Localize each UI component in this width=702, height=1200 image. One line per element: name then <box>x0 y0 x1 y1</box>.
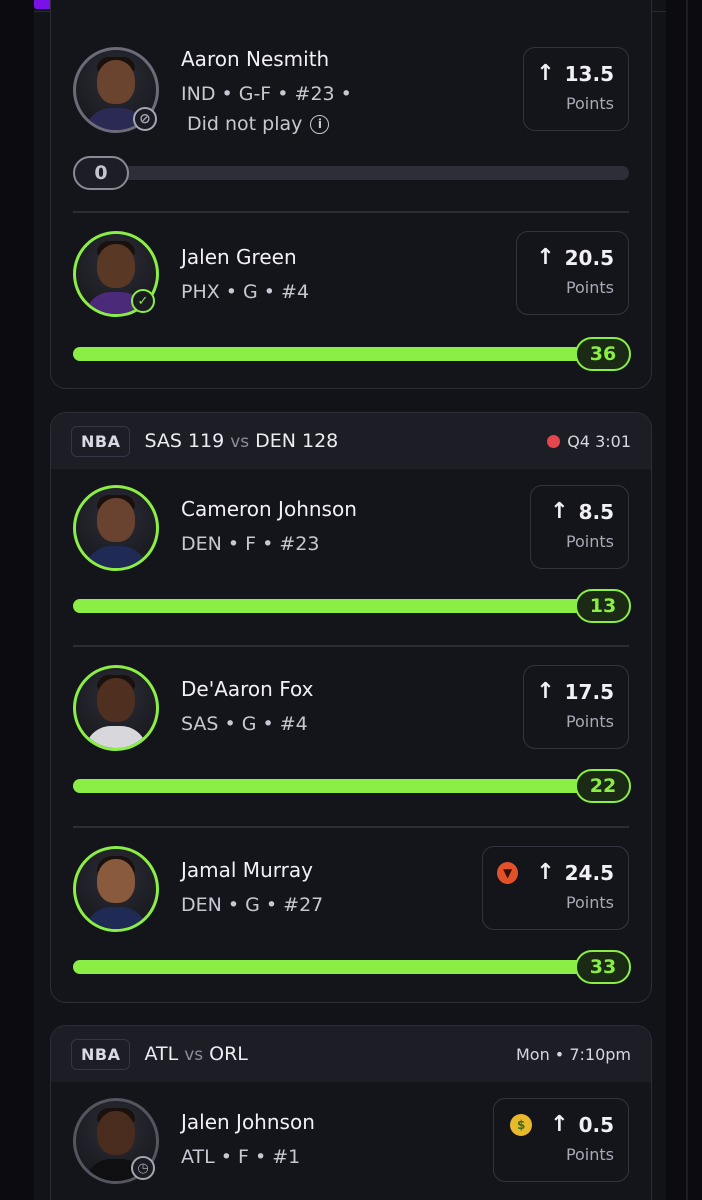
player-avatar[interactable] <box>73 665 159 751</box>
row-divider <box>73 211 629 213</box>
game-clock: Q4 3:01 <box>567 431 631 451</box>
player-meta: DEN • G • #27 <box>181 894 324 916</box>
arrow-up-icon: ↑ <box>536 679 555 704</box>
line-unit: Points <box>565 532 614 551</box>
line-unit: Points <box>565 712 614 731</box>
line-unit: Points <box>565 94 614 113</box>
prop-line-box[interactable]: ▼ ↑ 24.5 Points <box>482 846 629 930</box>
prop-line-box[interactable]: ↑ 20.5 Points <box>516 231 629 315</box>
did-not-play-icon: ⊘ <box>133 107 157 131</box>
devil-icon: ▼ <box>497 862 519 884</box>
player-name[interactable]: Cameron Johnson <box>181 497 357 521</box>
actual-stat-pill: 0 <box>73 156 129 190</box>
player-status-note: Did not play i <box>187 113 330 135</box>
actual-stat-pill: 36 <box>575 337 631 371</box>
line-value: 17.5 <box>564 680 614 704</box>
line-value: 0.5 <box>578 1113 614 1137</box>
player-name[interactable]: Jalen Johnson <box>181 1110 315 1134</box>
player-name[interactable]: De'Aaron Fox <box>181 677 313 701</box>
game-card-3: NBA ATL vs ORL Mon • 7:10pm ◷ Jalen John… <box>50 1025 652 1200</box>
status-note-text: Did not play <box>187 113 303 135</box>
progress-fill <box>73 599 583 613</box>
actual-stat-pill: 22 <box>575 769 631 803</box>
arrow-up-icon: ↑ <box>536 61 555 86</box>
clock-icon: ◷ <box>131 1156 155 1180</box>
line-value: 13.5 <box>564 62 614 86</box>
actual-stat-pill: 13 <box>575 589 631 623</box>
game-header[interactable]: NBA SAS 119 vs DEN 128 Q4 3:01 <box>51 413 651 469</box>
arrow-up-icon: ↑ <box>536 860 555 885</box>
scroll-rail <box>686 0 688 1200</box>
row-divider <box>73 826 629 828</box>
money-mouth-icon: $ <box>510 1114 533 1136</box>
progress-fill <box>73 779 583 793</box>
player-meta: PHX • G • #4 <box>181 281 310 303</box>
player-avatar[interactable] <box>73 485 159 571</box>
away-team: SAS <box>144 430 182 452</box>
home-team: ORL <box>209 1043 248 1065</box>
row-divider <box>73 645 629 647</box>
league-badge: NBA <box>71 1038 131 1070</box>
line-value: 8.5 <box>578 500 614 524</box>
home-score: 128 <box>302 430 339 452</box>
progress-track <box>73 166 629 180</box>
game-status: Q4 3:01 <box>547 432 631 451</box>
line-value: 20.5 <box>564 246 614 270</box>
prop-line-box[interactable]: ↑ 8.5 Points <box>530 485 629 569</box>
player-meta: ATL • F • #1 <box>181 1146 301 1168</box>
away-score: 119 <box>187 430 225 452</box>
arrow-up-icon: ↑ <box>536 245 555 270</box>
right-gutter <box>666 0 702 1200</box>
line-value: 24.5 <box>564 861 614 885</box>
progress-fill <box>73 347 583 361</box>
vs-label: vs <box>230 432 250 452</box>
actual-stat-pill: 33 <box>575 950 631 984</box>
game-status: Mon • 7:10pm <box>516 1045 631 1064</box>
player-name[interactable]: Jamal Murray <box>181 858 313 882</box>
prop-line-box[interactable]: ↑ 13.5 Points <box>523 47 629 131</box>
line-unit: Points <box>565 1145 614 1164</box>
player-meta: IND • G-F • #23 • <box>181 83 352 105</box>
prop-line-box[interactable]: $ ↑ 0.5 Points <box>493 1098 629 1182</box>
progress-fill <box>73 960 583 974</box>
prop-line-box[interactable]: ↑ 17.5 Points <box>523 665 629 749</box>
player-name[interactable]: Jalen Green <box>181 245 297 269</box>
vs-label: vs <box>184 1045 204 1065</box>
player-meta: DEN • F • #23 <box>181 533 320 555</box>
live-dot-icon <box>547 434 561 448</box>
left-gutter <box>0 0 34 1200</box>
info-icon[interactable]: i <box>310 114 330 134</box>
away-team: ATL <box>144 1043 179 1065</box>
game-card-2: NBA SAS 119 vs DEN 128 Q4 3:01 Cameron J… <box>50 412 652 1003</box>
home-team: DEN <box>255 430 296 452</box>
player-meta: SAS • G • #4 <box>181 713 308 735</box>
line-unit: Points <box>565 278 614 297</box>
line-unit: Points <box>565 893 614 912</box>
game-start-time: Mon • 7:10pm <box>515 1044 631 1064</box>
game-card-1: ⊘ Aaron Nesmith IND • G-F • #23 • Did no… <box>50 0 652 389</box>
arrow-up-icon: ↑ <box>550 499 569 524</box>
league-badge: NBA <box>71 425 131 457</box>
matchup: SAS 119 vs DEN 128 <box>144 430 338 452</box>
game-header[interactable]: NBA ATL vs ORL Mon • 7:10pm <box>51 1026 651 1082</box>
matchup: ATL vs ORL <box>144 1043 247 1065</box>
player-name[interactable]: Aaron Nesmith <box>181 47 329 71</box>
player-avatar[interactable] <box>73 846 159 932</box>
arrow-up-icon: ↑ <box>550 1112 569 1137</box>
check-icon: ✓ <box>131 289 155 313</box>
